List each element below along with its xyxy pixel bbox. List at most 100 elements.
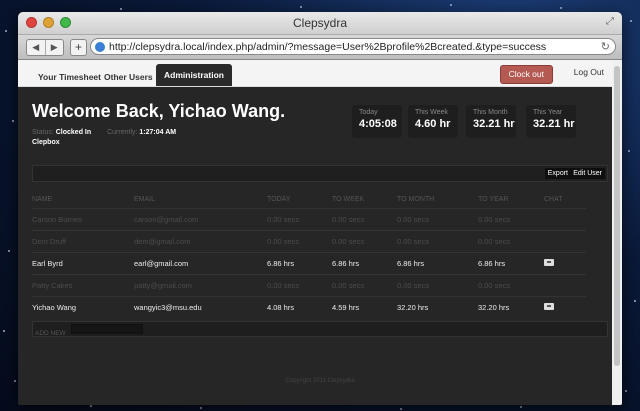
table-row[interactable]: Yichao Wang wangyic3@msu.edu 4.08 hrs 4.… <box>32 296 586 318</box>
table-row[interactable]: Carson Burnes carson@gmail.com 0.00 secs… <box>32 208 586 231</box>
cell-month: 6.86 hrs <box>397 252 478 275</box>
stat-label: Today <box>359 109 378 116</box>
cell-today: 0.00 secs <box>267 230 332 253</box>
stat-value: 4:05:08 <box>359 118 397 130</box>
address-bar[interactable]: http://clepsydra.local/index.php/admin/?… <box>90 38 616 55</box>
star <box>560 7 562 9</box>
star <box>630 20 632 22</box>
cell-week: 4.59 hrs <box>332 296 397 318</box>
column-header-week: TO WEEK <box>332 196 365 203</box>
stat-label: This Month <box>473 109 508 116</box>
cell-email: dem@gmail.com <box>134 230 267 253</box>
browser-window: Clepsydra ⤢ ◀ ▶ + http://clepsydra.local… <box>18 12 622 405</box>
add-new-input[interactable] <box>71 324 143 334</box>
new-tab-button[interactable]: + <box>70 39 87 56</box>
cell-month: 0.00 secs <box>397 274 478 297</box>
star <box>400 408 402 410</box>
status-line: Status: Clocked In Currently: 1:27:04 AM <box>32 129 190 136</box>
star <box>14 380 16 382</box>
back-button[interactable]: ◀ <box>27 40 46 55</box>
add-new-bar: ADD NEW <box>32 321 608 337</box>
browser-toolbar: ◀ ▶ + http://clepsydra.local/index.php/a… <box>18 35 622 60</box>
star <box>625 390 627 392</box>
chat-icon[interactable] <box>544 259 554 266</box>
status-value: Clocked In <box>55 129 92 136</box>
column-header-today: TODAY <box>267 196 291 203</box>
stat-value: 32.21 hr <box>533 118 575 130</box>
column-header-name: NAME <box>32 196 53 203</box>
action-bar: Export Edit User <box>32 165 608 182</box>
column-header-chat: CHAT <box>544 196 563 203</box>
tab-other-users[interactable]: Other Users <box>96 68 161 86</box>
stat-value: 32.21 hr <box>473 118 515 130</box>
cell-name: Carson Burnes <box>32 208 134 231</box>
log-out-link[interactable]: Log Out <box>574 67 604 77</box>
cell-today: 0.00 secs <box>267 208 332 231</box>
column-header-year: TO YEAR <box>478 196 509 203</box>
cell-chat <box>544 274 586 297</box>
currently-label: Currently: <box>107 129 138 136</box>
cell-today: 4.08 hrs <box>267 296 332 318</box>
clock-out-button[interactable]: Clock out <box>499 65 553 84</box>
table-row[interactable]: Earl Byrd earl@gmail.com 6.86 hrs 6.86 h… <box>32 252 586 275</box>
star <box>120 8 122 10</box>
edit-user-button[interactable]: Edit User <box>570 168 605 179</box>
title-bar: Clepsydra ⤢ <box>18 12 622 35</box>
cell-email: patty@gmail.com <box>134 274 267 297</box>
stat-value: 4.60 hr <box>415 118 451 130</box>
cell-month: 0.00 secs <box>397 208 478 231</box>
cell-week: 0.00 secs <box>332 208 397 231</box>
cell-name: Dem Druff <box>32 230 134 253</box>
cell-today: 6.86 hrs <box>267 252 332 275</box>
table-header-row: NAME EMAIL TODAY TO WEEK TO MONTH TO YEA… <box>32 191 586 209</box>
table-row[interactable]: Dem Druff dem@gmail.com 0.00 secs 0.00 s… <box>32 230 586 253</box>
users-table: NAME EMAIL TODAY TO WEEK TO MONTH TO YEA… <box>32 191 586 318</box>
star <box>520 406 522 408</box>
scrollbar-thumb[interactable] <box>614 66 620 366</box>
star <box>628 150 630 152</box>
cell-email: carson@gmail.com <box>134 208 267 231</box>
table-row[interactable]: Patty Cakes patty@gmail.com 0.00 secs 0.… <box>32 274 586 297</box>
window-title: Clepsydra <box>292 16 348 30</box>
cell-year: 6.86 hrs <box>478 252 544 275</box>
cell-year: 0.00 secs <box>478 274 544 297</box>
export-button[interactable]: Export <box>544 168 571 179</box>
footer-copyright: Copyright 2011 Clepsydra <box>285 378 355 384</box>
star <box>300 6 302 8</box>
stat-this-month: This Month 32.21 hr <box>466 105 516 138</box>
cell-email: wangyic3@msu.edu <box>134 296 267 318</box>
stat-this-week: This Week 4.60 hr <box>408 105 458 138</box>
stat-this-year: This Year 32.21 hr <box>526 105 576 138</box>
nav-buttons: ◀ ▶ <box>26 39 64 56</box>
column-header-month: TO MONTH <box>397 196 435 203</box>
tab-administration[interactable]: Administration <box>156 64 232 86</box>
star <box>200 407 202 409</box>
stat-today: Today 4:05:08 <box>352 105 402 138</box>
cell-year: 0.00 secs <box>478 230 544 253</box>
star <box>90 405 92 407</box>
forward-button[interactable]: ▶ <box>46 40 64 55</box>
column-header-email: EMAIL <box>134 196 156 203</box>
cell-name: Patty Cakes <box>32 274 134 297</box>
cell-name: Earl Byrd <box>32 252 134 275</box>
cell-chat <box>544 296 586 318</box>
scrollbar[interactable] <box>612 60 622 405</box>
url-text[interactable]: http://clepsydra.local/index.php/admin/?… <box>109 41 546 53</box>
cell-chat <box>544 230 586 253</box>
app-nav: Your Timesheet Other Users Administratio… <box>18 60 622 87</box>
star <box>5 30 7 32</box>
cell-week: 0.00 secs <box>332 274 397 297</box>
cell-year: 32.20 hrs <box>478 296 544 318</box>
globe-icon <box>95 42 105 52</box>
company-name: Clepbox <box>32 139 60 146</box>
cell-week: 0.00 secs <box>332 230 397 253</box>
cell-chat <box>544 252 586 275</box>
currently-value: 1:27:04 AM <box>139 129 177 136</box>
chat-icon[interactable] <box>544 303 554 310</box>
fullscreen-icon[interactable]: ⤢ <box>606 16 614 27</box>
cell-today: 0.00 secs <box>267 274 332 297</box>
add-new-label: ADD NEW <box>35 330 66 337</box>
reload-icon[interactable]: ↻ <box>601 39 610 54</box>
welcome-heading: Welcome Back, Yichao Wang. <box>32 101 286 121</box>
stat-label: This Year <box>533 109 563 116</box>
